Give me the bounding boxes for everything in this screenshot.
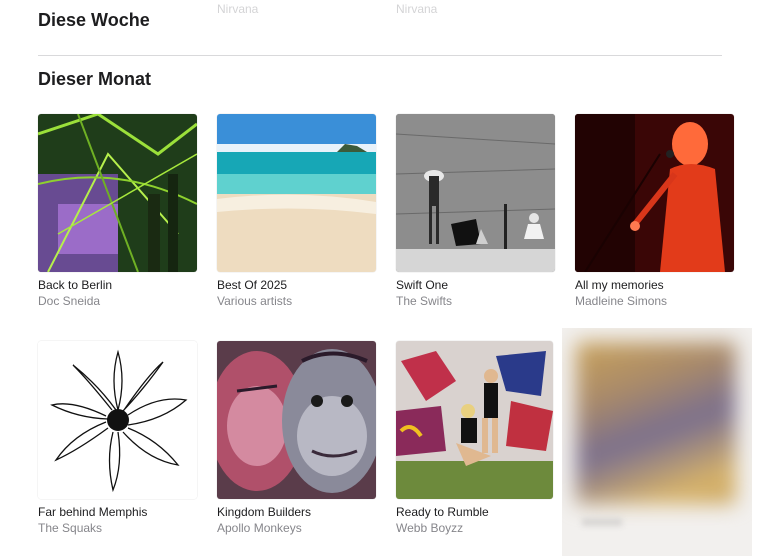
album-art-kingdom-builders[interactable] — [217, 341, 376, 499]
album-artist[interactable]: Madleine Simons — [575, 294, 734, 308]
section-title-this-week: Diese Woche — [38, 10, 150, 30]
album-art-far-behind-memphis[interactable] — [38, 341, 197, 499]
faded-artist-2: Nirvana — [396, 2, 438, 16]
album-card-blurred[interactable] — [562, 328, 752, 556]
album-card-ready-to-rumble[interactable]: Ready to Rumble Webb Boyzz — [396, 341, 555, 535]
album-artist[interactable]: Various artists — [217, 294, 376, 308]
album-card-back-to-berlin[interactable]: Back to Berlin Doc Sneida — [38, 114, 197, 308]
album-artist[interactable]: The Swifts — [396, 294, 555, 308]
album-card-far-behind-memphis[interactable]: Far behind Memphis The Squaks — [38, 341, 197, 535]
album-title: Swift One — [396, 278, 449, 292]
album-card-kingdom-builders[interactable]: Kingdom Builders Apollo Monkeys — [217, 341, 376, 535]
album-title: Ready to Rumble — [396, 505, 489, 519]
album-title: Far behind Memphis — [38, 505, 148, 519]
album-title: Back to Berlin — [38, 278, 113, 292]
album-art-blurred[interactable] — [576, 342, 736, 504]
album-card-swift-one[interactable]: Swift One The Swifts — [396, 114, 555, 308]
album-title: All my memories — [575, 278, 664, 292]
faded-artist-1: Nirvana — [217, 2, 259, 16]
album-artist[interactable]: Webb Boyzz — [396, 521, 555, 535]
section-title-this-month: Dieser Monat — [38, 69, 152, 89]
album-art-ready-to-rumble[interactable] — [396, 341, 553, 499]
album-artist[interactable]: Doc Sneida — [38, 294, 197, 308]
album-card-best-of-2025[interactable]: Best Of 2025 Various artists — [217, 114, 376, 308]
album-title-blurred — [582, 518, 622, 526]
album-title: Kingdom Builders — [217, 505, 312, 519]
album-art-back-to-berlin[interactable] — [38, 114, 197, 272]
album-art-all-my-memories[interactable] — [575, 114, 734, 272]
album-artist[interactable]: The Squaks — [38, 521, 197, 535]
album-artist[interactable]: Apollo Monkeys — [217, 521, 376, 535]
album-title: Best Of 2025 — [217, 278, 288, 292]
section-divider — [38, 55, 722, 56]
album-art-best-of-2025[interactable] — [217, 114, 376, 272]
album-art-swift-one[interactable] — [396, 114, 555, 272]
album-card-all-my-memories[interactable]: All my memories Madleine Simons — [575, 114, 734, 308]
